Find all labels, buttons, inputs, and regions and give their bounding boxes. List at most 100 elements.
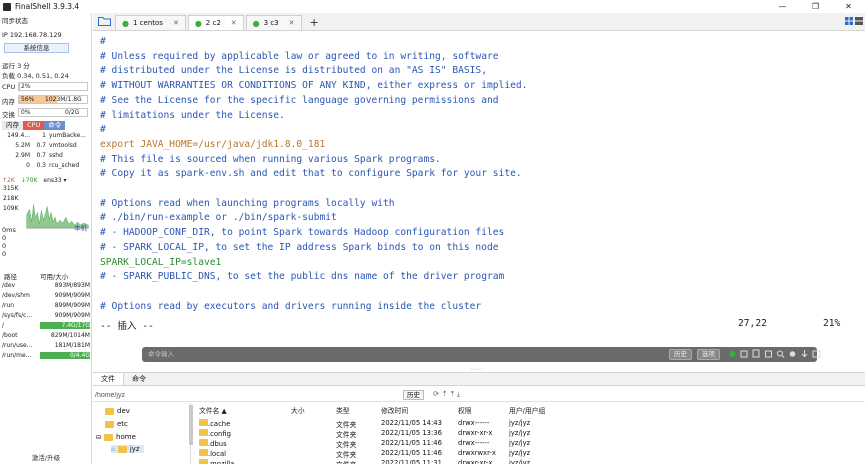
disk-header-path: 路径 <box>4 273 17 281</box>
file-modified: 2022/11/05 13:36 <box>381 429 442 437</box>
memory-detail: 1023M/1.8G <box>45 96 82 103</box>
process-row[interactable]: 5.2M 0.7 vmtoolsd <box>4 142 77 149</box>
process-row[interactable]: 0 0.3 rcu_sched <box>4 162 79 169</box>
disk-row: /sys/fs/c... 909M/909M <box>2 312 90 319</box>
path-history-button[interactable]: 历史 <box>403 390 424 400</box>
layout-grid-icon[interactable] <box>845 17 863 26</box>
ping-local-link[interactable]: 本机 <box>74 222 87 232</box>
terminal-line: # limitations under the License. <box>100 109 285 121</box>
file-row[interactable]: .local 文件夹 2022/11/05 11:46 drwxrwxr-x jyz/j… <box>199 449 569 459</box>
ping-panel: 0ms 0 0 0 <box>2 226 16 258</box>
header-permissions[interactable]: 权限 <box>458 405 509 415</box>
disk-row: / 7.4G/17G <box>2 322 90 329</box>
path-input[interactable] <box>95 390 395 400</box>
disk-size: 0/4.4G <box>40 352 90 359</box>
collapse-icon[interactable]: ⊟ <box>96 434 101 441</box>
process-row[interactable]: 149.4... 1 yumBacke... <box>4 132 86 139</box>
file-row[interactable]: .cache 文件夹 2022/11/05 14:43 drwx------ jyz/j… <box>199 419 569 429</box>
tree-item-jyz[interactable]: ⌂ jyz <box>111 445 144 453</box>
download-icon[interactable] <box>800 349 809 359</box>
header-type[interactable]: 类型 <box>336 405 381 415</box>
maximize-button[interactable]: ❐ <box>799 0 832 13</box>
file-row[interactable]: .mozilla 文件夹2022/11/05 11:31 drwxr-xr-x jyz… <box>199 459 569 464</box>
app-icon <box>3 2 11 11</box>
copy-icon[interactable] <box>740 349 749 359</box>
terminal-line: # - SPARK_PUBLIC_DNS, to set the public … <box>100 271 505 283</box>
tree-scrollbar[interactable] <box>189 405 193 445</box>
cpu-meter: 2% <box>18 82 88 91</box>
options-button[interactable]: 选项 <box>697 349 720 360</box>
net-upload: ↑2K <box>2 177 15 184</box>
tab-commands[interactable]: 命令 <box>124 373 154 385</box>
tab-c2[interactable]: ● 2 c2 ✕ <box>187 15 244 30</box>
folder-icon[interactable] <box>93 12 115 30</box>
send-icon[interactable] <box>728 349 737 359</box>
add-tab-button[interactable]: + <box>310 15 319 30</box>
swap-label: 交换 <box>2 111 15 119</box>
tree-item-etc[interactable]: etc <box>105 420 128 428</box>
process-row[interactable]: 2.9M 0.7 sshd <box>4 152 63 159</box>
proc-tab-memory[interactable]: 内存 <box>2 121 23 130</box>
net-interface-select[interactable]: ens33 ▾ <box>43 177 66 184</box>
history-button[interactable]: 历史 <box>669 349 692 360</box>
up-dir-icon[interactable]: ⇡ <box>442 390 448 399</box>
terminal-line: # distributed under the License is distr… <box>100 65 487 77</box>
minimize-button[interactable]: — <box>766 0 799 13</box>
disk-row: /run/use... 181M/181M <box>2 342 90 349</box>
close-tab-icon[interactable]: ✕ <box>289 19 295 27</box>
file-table-header: 文件名 ▲ 大小 类型 修改时间 权限 用户/用户组 <box>199 405 569 415</box>
file-name-label: .cache <box>208 420 231 428</box>
header-size[interactable]: 大小 <box>291 405 336 415</box>
net-download: ↓70K <box>20 177 38 184</box>
clear-icon[interactable] <box>764 349 773 359</box>
file-owner: jyz/jyz <box>509 459 531 464</box>
disk-path: /dev/shm <box>2 292 30 299</box>
process-cmd: vmtoolsd <box>49 142 77 149</box>
net-y-label: 109K <box>3 205 19 212</box>
proc-tab-command[interactable]: 命令 <box>44 121 66 130</box>
folder-icon <box>199 419 208 426</box>
header-modified[interactable]: 修改时间 <box>381 405 458 415</box>
file-row[interactable]: .dbus 文件夹 2022/11/05 11:46 drwx------ jyz/jy… <box>199 439 569 449</box>
file-name-label: .local <box>208 450 226 458</box>
tree-item-label: jyz <box>129 445 140 453</box>
path-tools: ⟳ ⇡ ⤒ ⤓ <box>433 390 460 399</box>
upload-icon[interactable]: ⤒ <box>451 390 454 399</box>
folder-icon <box>104 433 114 441</box>
tab-c3[interactable]: ● 3 c3 ✕ <box>245 15 302 30</box>
header-owner[interactable]: 用户/用户组 <box>509 405 569 415</box>
tab-centos[interactable]: ● 1 centos ✕ <box>115 15 186 30</box>
proc-tab-cpu[interactable]: CPU <box>23 121 45 130</box>
close-tab-icon[interactable]: ✕ <box>231 19 237 27</box>
close-button[interactable]: ✕ <box>832 0 865 13</box>
header-filename[interactable]: 文件名 ▲ <box>199 405 291 415</box>
folder-icon <box>199 429 208 436</box>
swap-meter: 0% 0/2G <box>18 108 88 117</box>
process-mem: 0 <box>26 162 30 169</box>
activate-upgrade-link[interactable]: 激活/升级 <box>0 452 92 462</box>
close-tab-icon[interactable]: ✕ <box>173 19 179 27</box>
file-row[interactable]: .config 文件夹 2022/11/05 13:36 drwxr-xr-x jyz/… <box>199 429 569 439</box>
tab-label: 3 c3 <box>263 19 279 27</box>
command-input[interactable] <box>148 349 568 360</box>
process-mem: 2.9M <box>15 152 30 159</box>
paste-icon[interactable] <box>752 349 761 359</box>
search-icon[interactable] <box>776 349 785 359</box>
file-type: 文件夹 <box>336 451 357 459</box>
sysinfo-button[interactable]: 系统信息 <box>4 43 69 53</box>
tree-item-home[interactable]: ⊟ home <box>96 433 136 441</box>
connected-dot-icon: ● <box>122 18 129 28</box>
tree-item-dev[interactable]: dev <box>105 407 130 415</box>
ping-value: 0 <box>2 234 7 242</box>
download-icon[interactable]: ⤓ <box>457 390 460 399</box>
file-owner: jyz/jyz <box>509 429 531 437</box>
settings-icon[interactable] <box>788 349 797 359</box>
refresh-icon[interactable]: ⟳ <box>433 390 439 399</box>
disk-size: 899M/909M <box>54 302 90 309</box>
disk-header-size: 可用/大小 <box>40 273 69 281</box>
file-modified: 2022/11/05 14:43 <box>381 419 442 427</box>
tab-files[interactable]: 文件 <box>93 373 124 385</box>
disk-size: 909M/909M <box>54 312 90 319</box>
expand-icon[interactable] <box>812 349 821 359</box>
terminal[interactable]: # # Unless required by applicable law or … <box>93 32 865 368</box>
